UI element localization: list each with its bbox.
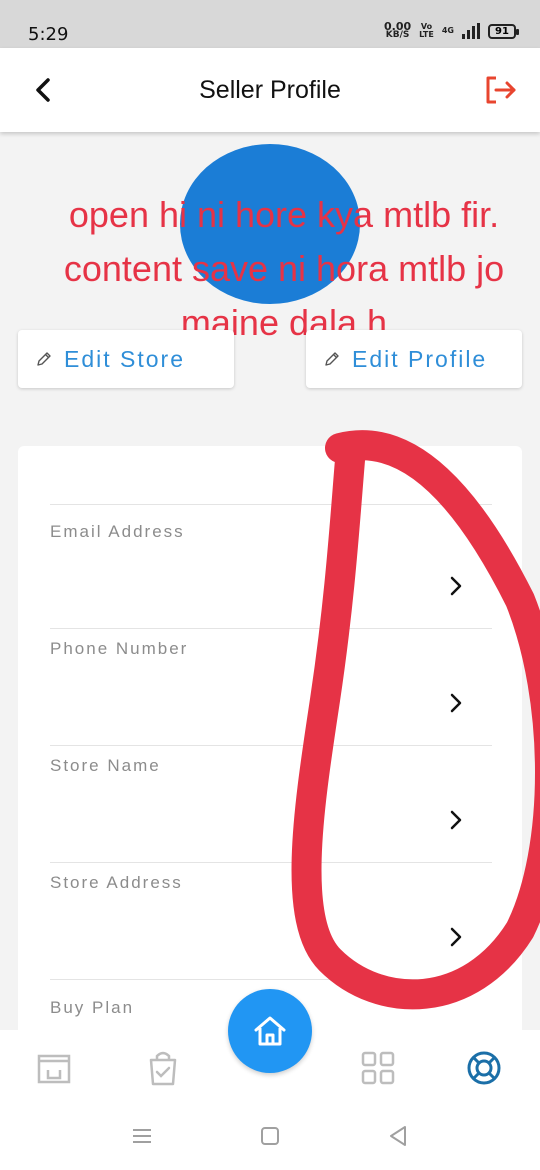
volte-indicator: Vo LTE bbox=[419, 22, 434, 39]
annotation-text: open hi ni hore kya mtlb fir. content sa… bbox=[63, 194, 505, 343]
chevron-right-icon[interactable] bbox=[446, 574, 466, 598]
edit-store-button[interactable]: Edit Store bbox=[18, 330, 234, 388]
grid-icon[interactable] bbox=[358, 1048, 398, 1088]
shopping-bag-icon[interactable] bbox=[143, 1048, 183, 1088]
network-speed: 0.00 KB/S bbox=[384, 20, 412, 40]
divider bbox=[50, 979, 492, 980]
chevron-right-icon[interactable] bbox=[446, 691, 466, 715]
menu-icon[interactable] bbox=[130, 1124, 154, 1148]
buy-plan-label[interactable]: Buy Plan bbox=[50, 998, 134, 1018]
status-time: 5:29 bbox=[28, 24, 69, 45]
chevron-right-icon[interactable] bbox=[446, 808, 466, 832]
pencil-icon bbox=[325, 352, 339, 366]
chevron-right-icon[interactable] bbox=[446, 925, 466, 949]
edit-profile-button[interactable]: Edit Profile bbox=[306, 330, 522, 388]
divider bbox=[50, 504, 492, 505]
support-icon[interactable] bbox=[464, 1048, 504, 1088]
logout-icon bbox=[486, 76, 516, 104]
home-fab-button[interactable] bbox=[228, 989, 312, 1073]
profile-info-card: Email Address Phone Number Store Name St… bbox=[18, 446, 522, 1046]
network-type: 4G bbox=[441, 26, 454, 35]
divider bbox=[50, 862, 492, 863]
app-header: Seller Profile bbox=[0, 48, 540, 132]
page-title: Seller Profile bbox=[199, 76, 341, 104]
home-icon bbox=[254, 1016, 286, 1046]
status-bar: 5:29 0.00 KB/S Vo LTE 4G 91 bbox=[0, 0, 540, 48]
logout-button[interactable] bbox=[482, 72, 522, 108]
store-address-label: Store Address bbox=[50, 873, 183, 892]
home-square-icon[interactable] bbox=[258, 1124, 282, 1148]
store-icon[interactable] bbox=[34, 1048, 74, 1088]
signal-icon bbox=[462, 23, 480, 39]
email-label: Email Address bbox=[50, 522, 185, 541]
status-icons: 0.00 KB/S Vo LTE 4G 91 bbox=[384, 20, 519, 40]
divider bbox=[50, 745, 492, 746]
edit-store-label: Edit Store bbox=[64, 345, 185, 372]
back-triangle-icon[interactable] bbox=[386, 1124, 410, 1148]
store-name-label: Store Name bbox=[50, 756, 161, 775]
phone-label: Phone Number bbox=[50, 639, 189, 658]
edit-profile-label: Edit Profile bbox=[352, 345, 488, 372]
pencil-icon bbox=[37, 352, 51, 366]
divider bbox=[50, 628, 492, 629]
battery-icon: 91 bbox=[488, 23, 519, 39]
